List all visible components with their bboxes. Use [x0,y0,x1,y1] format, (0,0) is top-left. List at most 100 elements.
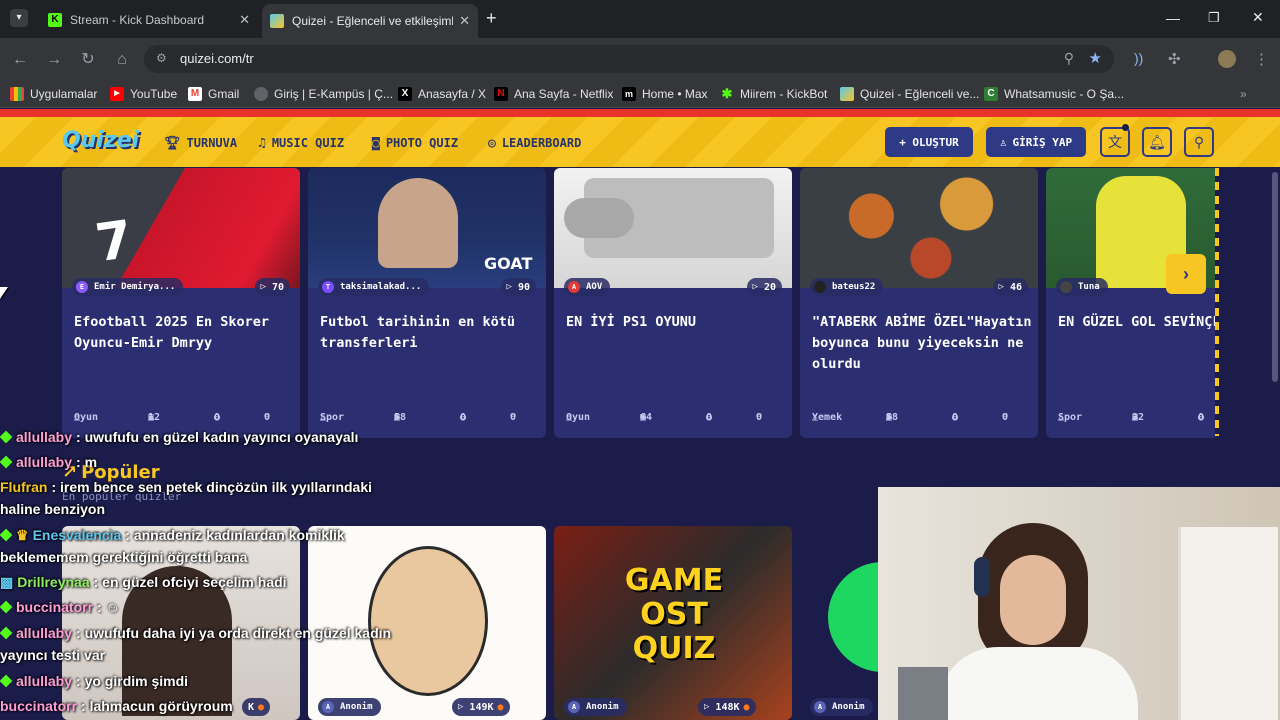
forward-arrow-icon[interactable]: → [44,50,64,70]
extensions-puzzle-icon[interactable]: ✣ [1168,50,1181,68]
bookmark-gmail[interactable]: M Gmail [188,86,239,102]
author-chip[interactable]: A Anonim [810,698,873,716]
nav-turnuva[interactable]: 🏆︎ TURNUVA [164,134,237,152]
close-window-button[interactable]: ✕ [1252,9,1264,26]
bookmark-youtube[interactable]: ▶ YouTube [110,86,177,102]
tab-label: Quizei - Eğlenceli ve etkileşimli [292,14,454,28]
kick-badge-icon [0,430,13,444]
login-button[interactable]: ♙ GİRİŞ YAP [986,127,1086,157]
play-count-value: 149K [469,701,494,713]
bookmark-ekampus[interactable]: Giriş | E-Kampüs | Ç... [254,86,393,102]
zoom-search-icon[interactable]: ⚲ [1064,50,1074,67]
bookmark-star-icon[interactable]: ★ [1089,49,1102,67]
quiz-title[interactable]: "ATABERK ABİME ÖZEL"Hayatın boyunca bunu… [812,312,1032,375]
search-button[interactable]: ⚲ [1184,127,1214,157]
whatsamusic-icon: C [984,87,998,101]
nav-label: TURNUVA [186,136,238,150]
tab-quizei[interactable]: Quizei - Eğlenceli ve etkileşimli ✕ [262,4,478,38]
bookmark-whatsamusic[interactable]: C Whatsamusic - O Şa... [984,86,1124,102]
quiz-title[interactable]: EN GÜZEL GOL SEVİNÇLERİ(HTALKS [1058,312,1218,333]
bookmark-label: Miirem - KickBot [740,87,828,101]
author-chip[interactable]: A Anonim [564,698,627,716]
bookmark-x[interactable]: X Anasayfa / X [398,86,486,102]
url-text: quizei.com/tr [180,51,254,66]
author-avatar: E [76,281,88,293]
tab-kick-dashboard[interactable]: K Stream - Kick Dashboard ✕ [40,6,258,34]
bookmarks-overflow-icon[interactable]: » [1240,86,1247,102]
quiz-card[interactable]: bateus22 ▷ 46 "ATABERK ABİME ÖZEL"Hayatın… [800,168,1038,438]
author-chip[interactable]: A AOV [564,278,611,296]
menu-kebab-icon[interactable]: ⋮ [1254,50,1269,68]
youtube-icon: ▶ [110,87,124,101]
x-icon: X [398,87,412,101]
max-icon: m [622,87,636,101]
site-logo[interactable]: Quizei [62,128,139,153]
author-name: taksimalakad... [340,282,422,292]
chat-message: ♛ Enesvalencia: annadeniz kadınlardan kom… [0,524,345,546]
extension-voice-icon[interactable]: )) [1134,50,1143,66]
quiz-card[interactable]: GOAT Ttaksimalakad... ▷ 90 Futbol tarihin… [308,168,546,438]
chat-message: allullaby: uwufufu daha iyi ya orda dire… [0,622,391,644]
quiz-title[interactable]: EN İYİ PS1 OYUNU [566,312,786,333]
quiz-card[interactable]: A AOV ▷ 20 EN İYİ PS1 OYUNU △ Oyun ▣ 64 ◯ 0 ♡… [554,168,792,438]
popular-quiz-card[interactable]: GAME OST QUIZ A Anonim ▷ 148K ● [554,526,792,720]
translate-icon: 文 [1108,134,1122,150]
chat-message: ▩ Drillreynaa: en güzel ofciyi seçelim ha… [0,571,287,593]
play-count-value: 148K [715,701,740,713]
create-button[interactable]: + OLUŞTUR [885,127,973,157]
nav-photo-quiz[interactable]: ◙ PHOTO QUIZ [372,134,458,152]
chat-username: allullaby [16,454,73,470]
author-chip[interactable]: bateus22 [810,278,884,296]
bookmark-netflix[interactable]: N Ana Sayfa - Netflix [494,86,613,102]
new-tab-button[interactable]: + [486,8,497,29]
site-info-icon[interactable]: ⚙ [156,51,167,65]
language-button[interactable]: 文 [1100,127,1130,157]
quiz-card[interactable]: 7 E Emir Demirya... ▷ 70 Efootball 2025 En… [62,168,300,438]
game-ost-art-text: GAME OST QUIZ [624,563,724,666]
chat-username: buccinatorr [16,599,94,615]
scrollbar-thumb[interactable] [1272,172,1278,382]
home-icon[interactable]: ⌂ [112,50,132,70]
bookmark-quizei[interactable]: Quizei - Eğlenceli ve... [840,86,979,102]
nav-leaderboard[interactable]: ◎ LEADERBOARD [488,134,581,152]
bookmarks-bar: Uygulamalar ▶ YouTube M Gmail Giriş | E-Ka… [0,80,1280,108]
quiz-title[interactable]: Futbol tarihinin en kötü transferleri [320,312,540,354]
close-tab-icon[interactable]: ✕ [459,13,470,29]
chat-text: beklememem gerektiğini öğretti bana [0,549,248,565]
play-count-value: 90 [517,281,530,293]
profile-avatar[interactable] [1218,50,1236,68]
minimize-button[interactable]: — [1166,10,1180,26]
author-chip[interactable]: Tuna [1056,278,1108,296]
omnibox[interactable]: ⚙ quizei.com/tr ⚲ ★ [144,45,1114,73]
chat-message-continued: beklememem gerektiğini öğretti bana [0,546,247,568]
play-icon: ▷ [458,702,464,712]
nav-label: MUSIC QUIZ [271,136,345,150]
bookmark-kickbot[interactable]: ✱ Miirem - KickBot [720,86,828,102]
tab-search-button[interactable]: ▾ [10,9,28,27]
quiz-card[interactable]: Tuna EN GÜZEL GOL SEVİNÇLERİ(HTALKS △Spo… [1046,168,1218,438]
close-tab-icon[interactable]: ✕ [239,12,250,28]
bookmark-max[interactable]: m Home • Max [622,86,708,102]
carousel-next-button[interactable]: › [1166,254,1206,294]
stream-chat-overlay: allullaby: uwufufu en güzel kadın yayınc… [0,426,420,720]
reload-icon[interactable]: ↻ [78,50,98,70]
play-icon: ▷ [998,282,1004,292]
author-avatar: A [814,701,826,713]
play-count: ▷ 70 [254,278,290,296]
notifications-button[interactable]: 🔔︎ [1142,127,1172,157]
author-chip[interactable]: Ttaksimalakad... [318,278,430,296]
chat-message: allullaby: yo girdim şimdi [0,670,188,692]
chat-message: Flufran: irem bence sen petek dinçözün i… [0,476,372,498]
restore-button[interactable]: ❐ [1208,10,1220,26]
browser-tab-strip: ▾ K Stream - Kick Dashboard ✕ Quizei - E… [0,0,1280,38]
popular-quiz-card[interactable]: A Anonim [800,526,878,720]
nav-music-quiz[interactable]: ♫ MUSIC QUIZ [258,134,344,152]
author-chip[interactable]: E Emir Demirya... [72,278,184,296]
chat-text: : uwufufu daha iyi ya orda direkt en güz… [76,625,392,641]
back-arrow-icon[interactable]: ← [10,50,30,70]
author-avatar [814,281,826,293]
netflix-icon: N [494,87,508,101]
quiz-title[interactable]: Efootball 2025 En Skorer Oyuncu-Emir Dmr… [74,312,294,354]
quiz-meta: △ Yemek ▣ 58 ◯ 0 ♡ 0 [812,412,1009,423]
bookmark-apps[interactable]: Uygulamalar [10,86,97,102]
